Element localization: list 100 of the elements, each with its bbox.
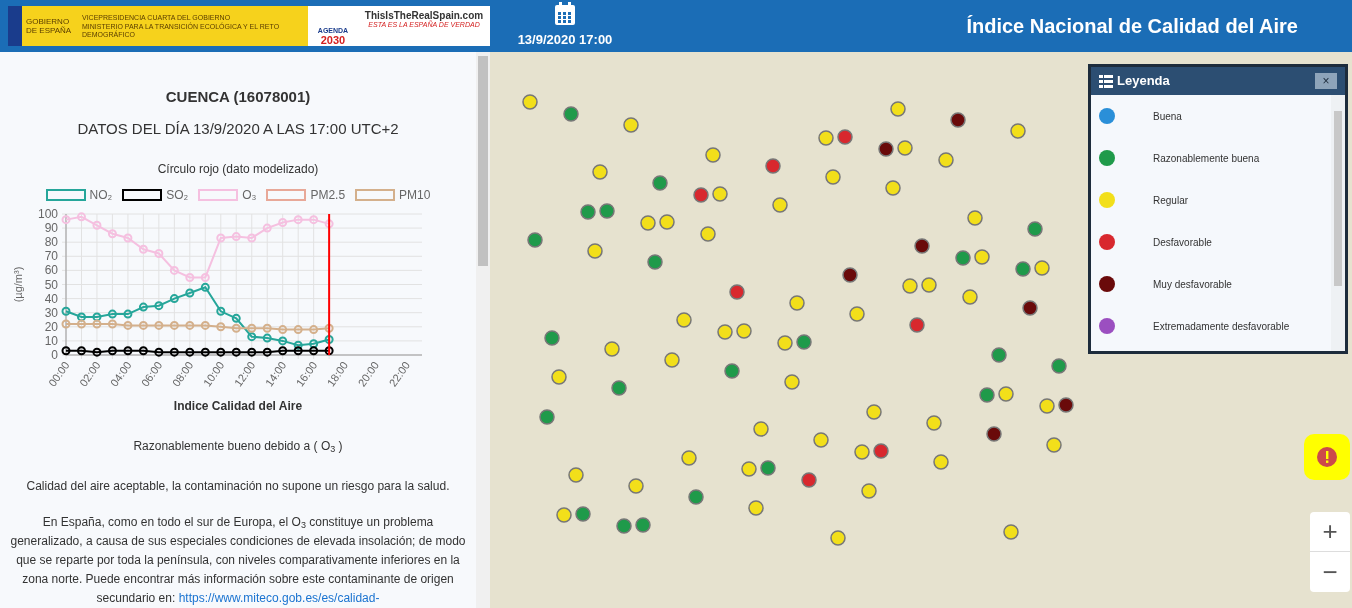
data-point <box>61 215 71 225</box>
alert-icon <box>1317 447 1337 467</box>
legend-item-label: Extremadamente desfavorable <box>1153 319 1290 334</box>
axis-tick-label: 90 <box>44 221 58 236</box>
data-point <box>247 332 257 342</box>
data-point <box>107 319 117 329</box>
data-point <box>216 233 226 243</box>
data-point <box>200 282 210 292</box>
data-point <box>231 323 241 333</box>
data-point <box>185 288 195 298</box>
page-title: Índice Nacional de Calidad del Aire <box>966 14 1298 39</box>
data-point <box>61 346 71 356</box>
data-point <box>92 319 102 329</box>
date-heading: DATOS DEL DÍA 13/9/2020 A LAS 17:00 UTC+2 <box>77 118 399 139</box>
data-point <box>324 323 334 333</box>
legend-item-label: Regular <box>1153 193 1189 208</box>
data-point <box>216 306 226 316</box>
data-point <box>169 265 179 275</box>
data-point <box>216 347 226 357</box>
index-title: Indice Calidad del Aire <box>173 398 303 415</box>
info-link[interactable]: https://www.miteco.gob.es/es/calidad- <box>178 591 380 605</box>
data-point <box>200 320 210 330</box>
data-point <box>123 346 133 356</box>
legend-label: NO₂ <box>89 187 113 204</box>
data-point <box>278 217 288 227</box>
data-point <box>293 346 303 356</box>
date-label: 13/9/2020 17:00 <box>517 31 613 50</box>
scrollbar-thumb[interactable] <box>478 56 488 266</box>
scrollbar-thumb[interactable] <box>1334 111 1342 286</box>
legend-item-label: Buena <box>1153 109 1182 124</box>
legend-swatch <box>198 189 239 201</box>
data-point <box>185 320 195 330</box>
data-point <box>154 249 164 258</box>
data-point <box>92 312 102 322</box>
data-point <box>154 320 164 330</box>
table-icon <box>1099 74 1113 88</box>
data-point <box>107 346 117 356</box>
data-point <box>293 215 303 225</box>
data-point <box>77 319 86 329</box>
calendar-icon[interactable] <box>554 2 576 27</box>
chart-note: Círculo rojo (dato modelizado) <box>157 161 319 178</box>
data-point <box>216 322 226 332</box>
logo-text: ThisIsTheRealSpain.com <box>364 10 484 21</box>
zoom-in-button[interactable]: + <box>1310 512 1350 552</box>
alert-button[interactable] <box>1304 434 1350 480</box>
legend-item-label: Muy desfavorable <box>1153 277 1232 292</box>
data-point <box>123 320 133 330</box>
axis-tick-label: 40 <box>44 291 58 306</box>
data-point <box>231 347 241 357</box>
data-point <box>77 212 86 222</box>
index-value: Razonablemente bueno debido a ( O$_{3}$ ) <box>133 438 343 455</box>
station-name: CUENCA (16078001) <box>165 87 311 107</box>
axis-title: (µg/m³) <box>12 266 24 303</box>
data-point <box>92 220 102 230</box>
data-point <box>61 306 71 316</box>
scrollbar[interactable] <box>476 52 490 608</box>
data-point <box>123 309 133 319</box>
axis-tick-label: 0 <box>51 348 58 362</box>
axis-tick-label: 50 <box>44 277 58 292</box>
data-point <box>231 313 241 323</box>
data-point <box>169 294 179 304</box>
data-point <box>185 347 195 357</box>
data-point <box>309 346 319 356</box>
data-point <box>200 272 210 282</box>
data-point <box>138 302 148 312</box>
data-point <box>262 223 272 233</box>
data-point <box>169 347 179 357</box>
data-point <box>309 215 319 225</box>
data-point <box>154 301 164 311</box>
summary-text: Calidad del aire aceptable, la contaminación no supone un riesgo para la salud. <box>25 478 451 495</box>
scrollbar[interactable] <box>1331 95 1345 351</box>
data-point <box>169 320 179 330</box>
legend-label: PM10 <box>399 187 431 204</box>
data-point <box>138 244 148 254</box>
data-point <box>324 335 334 344</box>
axis-tick-label: 60 <box>44 263 58 278</box>
zoom-out-button[interactable]: − <box>1310 552 1350 592</box>
data-point <box>107 229 117 239</box>
legend-item-label: Desfavorable <box>1153 235 1212 250</box>
axis-tick-label: 100 <box>37 207 58 221</box>
data-point <box>138 346 148 356</box>
data-point <box>324 346 334 356</box>
data-point <box>138 320 148 330</box>
data-point <box>247 347 257 357</box>
data-point <box>278 325 288 335</box>
data-point <box>231 232 241 242</box>
data-point <box>92 347 102 357</box>
close-button[interactable]: × <box>1315 73 1337 89</box>
data-point <box>324 219 334 229</box>
axis-tick-label: 30 <box>44 305 58 320</box>
data-point <box>123 233 133 243</box>
data-point <box>247 323 257 333</box>
data-point <box>154 347 164 357</box>
data-point <box>262 333 272 343</box>
data-point <box>77 312 86 322</box>
data-point <box>247 233 257 243</box>
description-text: En España, como en todo el sur de Europa, el O$_{3}$ constituye un problema generalizado, a causa de sus especiales condiciones de elevada insolación; de modo que se reparte por toda la península, con niveles comparativamente inferiores en la zona norte. Puede encontrar más información sobre este contaminante de origen secundario en: https://www.miteco.gob.es/es/calidad- <box>9 514 467 607</box>
data-point <box>61 319 71 329</box>
data-point <box>262 323 272 333</box>
data-point <box>262 347 272 357</box>
